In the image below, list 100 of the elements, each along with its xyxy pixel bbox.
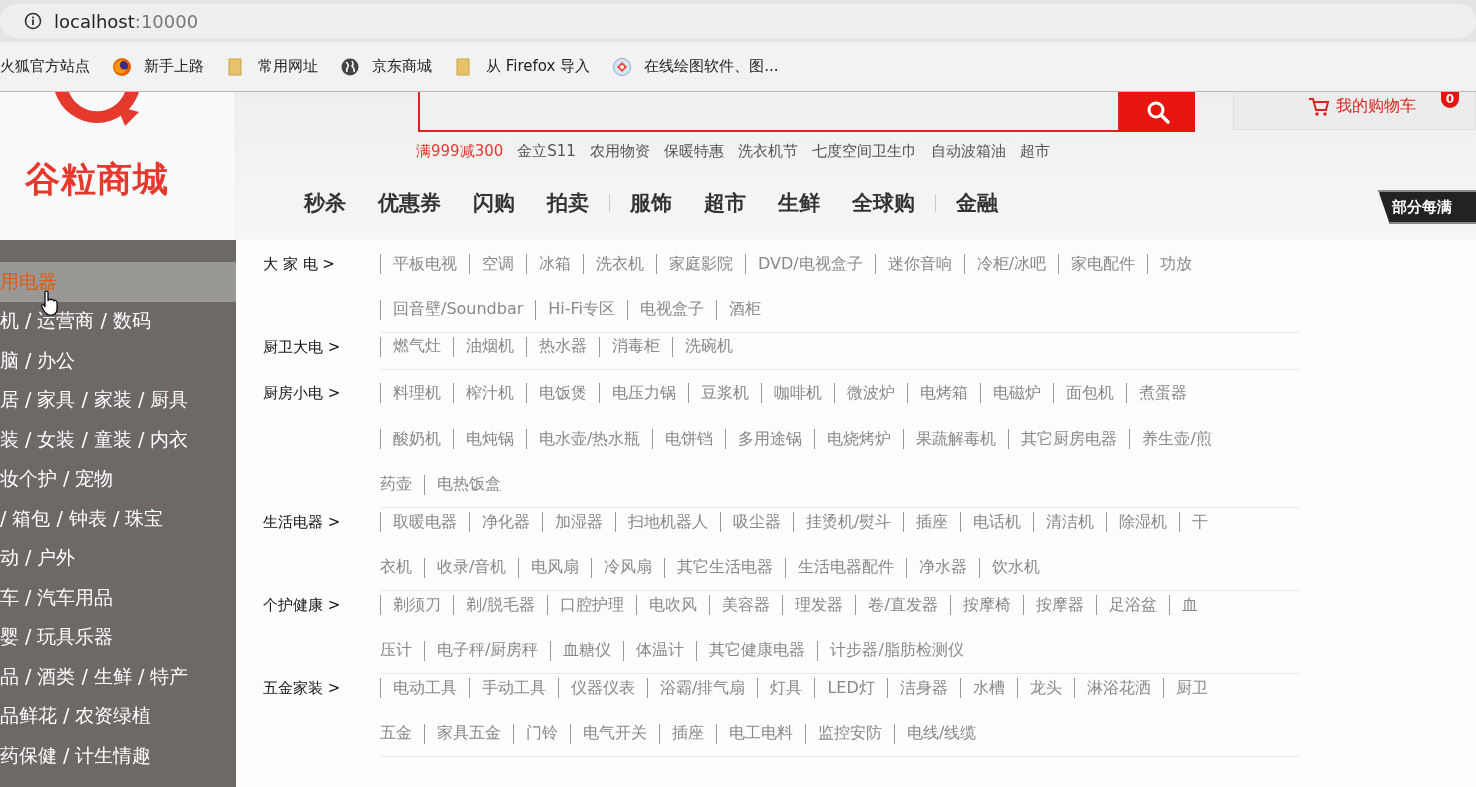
category-title[interactable]: 厨房小电 > — [263, 379, 380, 425]
hot-search-link[interactable]: 七度空间卫生巾 — [811, 142, 917, 161]
hot-search-link[interactable]: 自动波箱油 — [930, 142, 1006, 161]
subcategory-link[interactable]: 料理机 — [393, 382, 441, 404]
subcategory-link[interactable]: 按摩器 — [1035, 594, 1084, 616]
subcategory-link[interactable]: 扫地机器人 — [628, 511, 708, 533]
subcategory-link[interactable]: 功放 — [1160, 253, 1193, 275]
sidebar-item[interactable]: 药保健 / 计生情趣 — [0, 736, 236, 776]
subcategory-link[interactable]: 油烟机 — [466, 336, 514, 357]
subcategory-link[interactable]: 按摩椅 — [962, 594, 1011, 616]
subcategory-link[interactable]: 足浴盆 — [1108, 594, 1157, 616]
nav-link[interactable]: 闪购 — [457, 189, 531, 217]
category-title[interactable]: 个护健康 > — [263, 591, 380, 637]
subcategory-link[interactable]: 水槽 — [972, 677, 1005, 699]
subcategory-link[interactable]: 口腔护理 — [560, 594, 625, 616]
subcategory-link[interactable]: 灯具 — [770, 677, 803, 699]
subcategory-link[interactable]: 电吹风 — [649, 594, 698, 616]
subcategory-link[interactable]: 其它生活电器 — [677, 557, 774, 578]
subcategory-link[interactable]: 洁身器 — [899, 677, 948, 699]
hot-search-link[interactable]: 保暖特惠 — [663, 142, 724, 161]
subcategory-link[interactable]: 冷风扇 — [604, 557, 653, 578]
subcategory-link[interactable]: 药壶 — [380, 474, 412, 495]
hot-search-link[interactable]: 农用物资 — [589, 142, 650, 161]
search-button[interactable] — [1120, 92, 1195, 132]
subcategory-link[interactable]: 燃气灶 — [393, 336, 441, 357]
bookmark-link[interactable]: 京东商城 — [340, 56, 432, 77]
subcategory-link[interactable]: 电话机 — [973, 511, 1022, 533]
subcategory-link[interactable]: 回音壁/Soundbar — [393, 299, 524, 320]
sidebar-item[interactable]: 妆个护 / 宠物 — [0, 459, 236, 499]
subcategory-link[interactable]: Hi-Fi专区 — [548, 299, 616, 320]
subcategory-link[interactable]: 手动工具 — [482, 677, 546, 699]
subcategory-link[interactable]: 电动工具 — [393, 677, 457, 699]
sidebar-item[interactable]: / 箱包 / 钟表 / 珠宝 — [0, 499, 236, 539]
subcategory-link[interactable]: 吸尘器 — [733, 511, 781, 533]
subcategory-link[interactable]: 五金 — [380, 723, 412, 744]
subcategory-link[interactable]: 电饼铛 — [665, 428, 714, 450]
subcategory-link[interactable]: 养生壶/煎 — [1142, 428, 1212, 450]
bookmark-link[interactable]: 常用网址 — [226, 56, 318, 77]
subcategory-link[interactable]: 迷你音响 — [887, 253, 952, 275]
subcategory-link[interactable]: 浴霸/排气扇 — [660, 677, 746, 699]
subcategory-link[interactable]: 血 — [1181, 594, 1198, 616]
nav-link[interactable]: 超市 — [688, 189, 762, 217]
subcategory-link[interactable]: 理发器 — [795, 594, 844, 616]
subcategory-link[interactable]: 其它健康电器 — [709, 640, 806, 661]
hot-search-link[interactable]: 满999减300 — [416, 142, 504, 161]
subcategory-link[interactable]: 压计 — [380, 640, 412, 661]
subcategory-link[interactable]: 插座 — [916, 511, 949, 533]
subcategory-link[interactable]: 监控安防 — [818, 723, 882, 744]
hot-search-link[interactable]: 洗衣机节 — [737, 142, 798, 161]
category-title[interactable]: 五金家装 > — [263, 674, 380, 720]
bookmark-link[interactable]: 在线绘图软件、图... — [612, 56, 779, 77]
subcategory-link[interactable]: DVD/电视盒子 — [758, 253, 863, 275]
search-field[interactable] — [418, 92, 1120, 132]
subcategory-link[interactable]: 豆浆机 — [701, 382, 749, 404]
subcategory-link[interactable]: 加湿器 — [555, 511, 603, 533]
sidebar-item[interactable]: 居 / 家具 / 家装 / 厨具 — [0, 380, 236, 420]
subcategory-link[interactable]: 平板电视 — [393, 253, 457, 275]
subcategory-link[interactable]: 榨汁机 — [466, 382, 514, 404]
nav-link[interactable]: 拍卖 — [531, 189, 605, 217]
subcategory-link[interactable]: 电水壶/热水瓶 — [539, 428, 641, 450]
subcategory-link[interactable]: 电子秤/厨房秤 — [437, 640, 539, 661]
subcategory-link[interactable]: 挂烫机/熨斗 — [806, 511, 892, 533]
subcategory-link[interactable]: 剃/脱毛器 — [466, 594, 536, 616]
subcategory-link[interactable]: 酒柜 — [729, 299, 762, 320]
subcategory-link[interactable]: 衣机 — [380, 557, 412, 578]
subcategory-link[interactable]: 除湿机 — [1119, 511, 1168, 533]
subcategory-link[interactable]: 剃须刀 — [393, 594, 441, 616]
subcategory-link[interactable]: 门铃 — [526, 723, 558, 744]
subcategory-link[interactable]: 美容器 — [722, 594, 771, 616]
subcategory-link[interactable]: 电炖锅 — [466, 428, 514, 450]
subcategory-link[interactable]: 电烧烤炉 — [827, 428, 892, 450]
bookmark-link[interactable]: 新手上路 — [112, 56, 204, 77]
nav-link[interactable]: 生鲜 — [762, 189, 836, 217]
cart-link[interactable]: 我的购物车 — [1308, 96, 1416, 117]
address-bar[interactable]: localhost:10000 — [0, 4, 1476, 38]
subcategory-link[interactable]: 计步器/脂肪检测仪 — [830, 640, 964, 661]
category-title[interactable]: 生活电器 > — [263, 508, 380, 554]
subcategory-link[interactable]: 冰箱 — [539, 253, 571, 275]
nav-link[interactable]: 秒杀 — [288, 189, 362, 217]
subcategory-link[interactable]: 微波炉 — [847, 382, 895, 404]
bookmark-link[interactable]: 从 Firefox 导入 — [454, 56, 591, 77]
subcategory-link[interactable]: 洗衣机 — [596, 253, 644, 275]
subcategory-link[interactable]: 仪器仪表 — [571, 677, 635, 699]
sidebar-item[interactable]: 动 / 户外 — [0, 538, 236, 578]
subcategory-link[interactable]: 电风扇 — [531, 557, 580, 578]
sidebar-item[interactable]: 婴 / 玩具乐器 — [0, 617, 236, 657]
subcategory-link[interactable]: 多用途锅 — [738, 428, 803, 450]
subcategory-link[interactable]: 消毒柜 — [612, 336, 660, 357]
sidebar-item[interactable]: 车 / 汽车用品 — [0, 578, 236, 618]
subcategory-link[interactable]: 电工电料 — [729, 723, 793, 744]
bookmark-link[interactable]: 火狐官方站点 — [0, 57, 90, 76]
subcategory-link[interactable]: 电压力锅 — [612, 382, 676, 404]
nav-link[interactable]: 金融 — [940, 189, 1014, 217]
subcategory-link[interactable]: 电烤箱 — [920, 382, 968, 404]
subcategory-link[interactable]: 取暖电器 — [393, 511, 457, 533]
subcategory-link[interactable]: 空调 — [482, 253, 514, 275]
subcategory-link[interactable]: 咖啡机 — [774, 382, 822, 404]
subcategory-link[interactable]: 电视盒子 — [640, 299, 705, 320]
category-title[interactable]: 大 家 电 > — [263, 250, 380, 296]
subcategory-link[interactable]: 厨卫 — [1175, 677, 1208, 699]
